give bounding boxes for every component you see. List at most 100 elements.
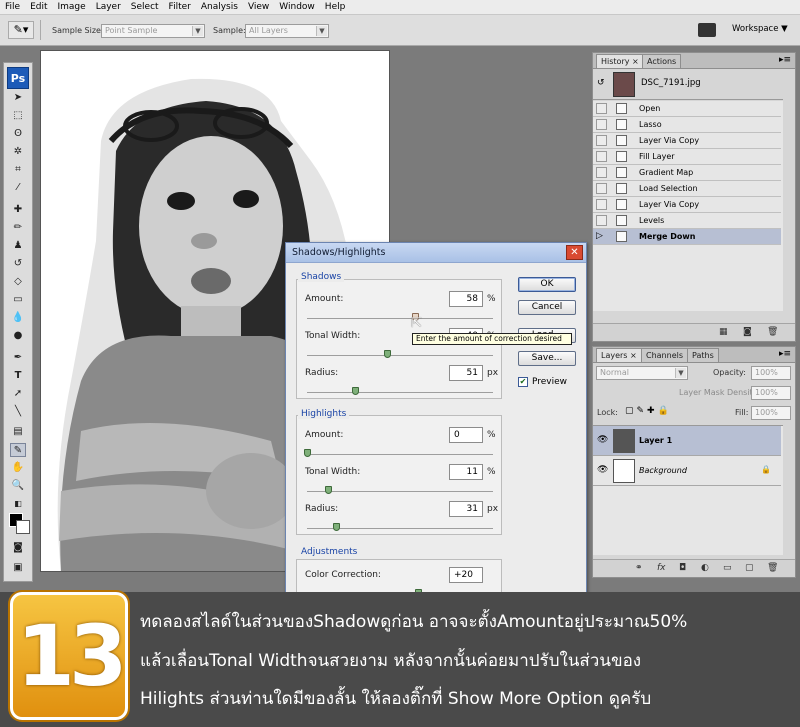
history-brush-tool-icon[interactable]: ↺ [10, 257, 26, 271]
sample-select[interactable]: All Layers ▼ [245, 24, 329, 38]
eraser-tool-icon[interactable]: ◇ [10, 275, 26, 289]
highlights-tonal-width-input[interactable]: 11 [449, 464, 483, 480]
history-item[interactable]: Open [593, 101, 781, 117]
save-button[interactable]: Save... [518, 351, 576, 366]
hand-tool-icon[interactable]: ✋ [10, 461, 26, 475]
magic-wand-tool-icon[interactable]: ✲ [10, 145, 26, 159]
menu-analysis[interactable]: Analysis [196, 0, 243, 15]
menu-edit[interactable]: Edit [25, 0, 52, 15]
blur-tool-icon[interactable]: 💧 [10, 311, 26, 325]
bridge-icon[interactable] [698, 23, 716, 37]
checkbox-icon[interactable] [596, 199, 607, 210]
workspace-menu[interactable]: Workspace ▼ [732, 24, 788, 34]
screen-mode-icon[interactable]: ▣ [10, 561, 26, 575]
default-colors-icon[interactable]: ◧ ⇆ [10, 497, 26, 522]
blend-mode-select[interactable]: Normal ▼ [596, 366, 688, 380]
checkbox-icon[interactable] [596, 215, 607, 226]
new-layer-icon[interactable]: ▢ [745, 563, 754, 573]
menu-layer[interactable]: Layer [91, 0, 126, 15]
dialog-titlebar[interactable]: Shadows/Highlights ✕ [286, 243, 586, 263]
adjustment-layer-icon[interactable]: ◐ [701, 563, 709, 573]
layer-row-layer-1[interactable]: 👁 Layer 1 [593, 426, 781, 456]
fx-icon[interactable]: fx [657, 563, 666, 573]
background-color-swatch[interactable] [16, 520, 30, 534]
history-item[interactable]: Levels [593, 213, 781, 229]
history-snapshot[interactable]: ↺ DSC_7191.jpg [593, 70, 783, 100]
menu-filter[interactable]: Filter [164, 0, 196, 15]
crop-tool-icon[interactable]: ⌗ [10, 163, 26, 177]
trash-icon[interactable]: 🗑 [767, 327, 778, 337]
shadows-amount-slider[interactable] [307, 318, 493, 319]
lasso-tool-icon[interactable]: ʘ [10, 127, 26, 141]
history-item[interactable]: Load Selection [593, 181, 781, 197]
slider-handle[interactable] [333, 523, 340, 531]
shadows-radius-slider[interactable] [307, 392, 493, 393]
layer-row-background[interactable]: 👁 Background 🔒 [593, 456, 781, 486]
quick-mask-icon[interactable]: ◙ [10, 541, 26, 555]
checkbox-icon[interactable] [596, 183, 607, 194]
history-brush-source-icon[interactable]: ↺ [597, 78, 605, 88]
preview-checkbox[interactable]: ✔ [518, 377, 528, 387]
cancel-button[interactable]: Cancel [518, 300, 576, 315]
close-icon[interactable]: ✕ [566, 245, 583, 260]
menu-window[interactable]: Window [274, 0, 320, 15]
trash-icon[interactable]: 🗑 [767, 563, 778, 573]
fill-input[interactable]: 100% [751, 406, 791, 420]
tab-actions[interactable]: Actions [642, 54, 682, 68]
marquee-tool-icon[interactable]: ⬚ [10, 109, 26, 123]
opacity-input[interactable]: 100% [751, 366, 791, 380]
checkbox-icon[interactable] [596, 103, 607, 114]
healing-brush-tool-icon[interactable]: ✚ [10, 203, 26, 217]
highlights-amount-input[interactable]: 0 [449, 427, 483, 443]
move-tool-icon[interactable]: ➤ [10, 91, 26, 105]
slider-handle[interactable] [304, 449, 311, 457]
zoom-tool-icon[interactable]: 🔍 [10, 479, 26, 493]
add-mask-icon[interactable]: ◘ [679, 563, 686, 573]
shadows-tonal-width-slider[interactable] [307, 355, 493, 356]
line-tool-icon[interactable]: ╲ [10, 405, 26, 419]
brush-tool-icon[interactable]: ✏ [10, 221, 26, 235]
color-correction-input[interactable]: +20 [449, 567, 483, 583]
sample-size-select[interactable]: Point Sample ▼ [101, 24, 205, 38]
highlights-amount-slider[interactable] [307, 454, 493, 455]
shadows-radius-input[interactable]: 51 [449, 365, 483, 381]
tab-layers[interactable]: Layers × [596, 348, 642, 362]
tab-channels[interactable]: Channels [641, 348, 689, 362]
highlights-tonal-width-slider[interactable] [307, 491, 493, 492]
checkbox-icon[interactable] [596, 167, 607, 178]
tab-paths[interactable]: Paths [687, 348, 719, 362]
shadows-amount-input[interactable]: 58 [449, 291, 483, 307]
history-item[interactable]: Gradient Map [593, 165, 781, 181]
history-item[interactable]: Fill Layer [593, 149, 781, 165]
eyedropper-tool-preset-icon[interactable]: ✎▾ [8, 21, 34, 39]
menu-image[interactable]: Image [53, 0, 91, 15]
history-item[interactable]: Layer Via Copy [593, 133, 781, 149]
notes-tool-icon[interactable]: ▤ [10, 425, 26, 439]
eye-icon[interactable]: 👁 [597, 435, 608, 445]
history-item-selected[interactable]: ▷ Merge Down [593, 229, 781, 245]
slider-handle[interactable] [352, 387, 359, 395]
slice-tool-icon[interactable]: ⁄ [10, 181, 26, 195]
clone-stamp-tool-icon[interactable]: ♟ [10, 239, 26, 253]
panel-menu-icon[interactable]: ▸≡ [779, 349, 791, 359]
checkbox-icon[interactable] [596, 119, 607, 130]
history-item[interactable]: Layer Via Copy [593, 197, 781, 213]
eye-icon[interactable]: 👁 [597, 465, 608, 475]
ok-button[interactable]: OK [518, 277, 576, 292]
highlights-radius-input[interactable]: 31 [449, 501, 483, 517]
new-group-icon[interactable]: ▭ [723, 563, 732, 573]
history-item[interactable]: Lasso [593, 117, 781, 133]
tab-history[interactable]: History × [596, 54, 644, 68]
menu-help[interactable]: Help [320, 0, 351, 15]
lock-options-icons[interactable]: ▢✎✚🔒 [625, 406, 672, 416]
path-selection-tool-icon[interactable]: ➚ [10, 387, 26, 401]
new-snapshot-icon[interactable]: ◙ [743, 327, 752, 337]
history-pointer-icon[interactable]: ▷ [596, 231, 607, 242]
slider-handle[interactable] [384, 350, 391, 358]
eyedropper-tool-icon[interactable]: ✎ [10, 443, 26, 457]
gradient-tool-icon[interactable]: ▭ [10, 293, 26, 307]
checkbox-icon[interactable] [596, 151, 607, 162]
link-layers-icon[interactable]: ⚭ [635, 563, 643, 573]
menu-select[interactable]: Select [126, 0, 164, 15]
pen-tool-icon[interactable]: ✒ [10, 351, 26, 365]
